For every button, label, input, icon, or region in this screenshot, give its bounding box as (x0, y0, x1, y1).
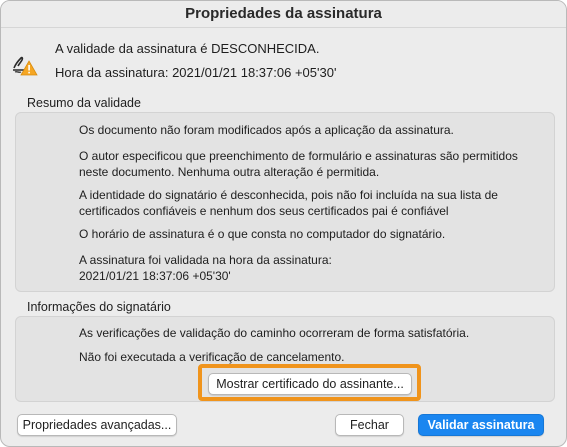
dialog-title: Propriedades da assinatura (185, 5, 382, 22)
signature-warning-icon (12, 54, 38, 76)
show-signer-certificate-button[interactable]: Mostrar certificado do assinante... (208, 373, 412, 395)
signer-info-label: Informações do signatário (27, 300, 171, 314)
signer-item-revocation: Não foi executada a verificação de cance… (79, 350, 345, 364)
signing-time-text: Hora da assinatura: 2021/01/21 18:37:06 … (55, 65, 337, 80)
validity-item-unmodified: Os documento não foram modificados após … (79, 123, 454, 137)
signer-item-path-validation: As verificações de validação do caminho … (79, 326, 470, 340)
advanced-properties-button[interactable]: Propriedades avançadas... (17, 414, 177, 436)
close-button[interactable]: Fechar (335, 414, 404, 436)
signature-properties-dialog: Propriedades da assinatura A validade da… (0, 0, 567, 447)
validity-item-identity: A identidade do signatário é desconhecid… (79, 188, 498, 218)
validity-summary-label: Resumo da validade (27, 96, 141, 110)
validate-signature-button[interactable]: Validar assinatura (418, 414, 544, 436)
validity-item-validated-at: A assinatura foi validada na hora da ass… (79, 253, 332, 283)
validity-item-signing-time: O horário de assinatura é o que consta n… (79, 227, 446, 241)
title-bar: Propriedades da assinatura (1, 1, 566, 28)
validity-item-permissions: O autor especificou que preenchimento de… (79, 149, 518, 179)
validity-status-text: A validade da assinatura é DESCONHECIDA. (55, 41, 320, 56)
